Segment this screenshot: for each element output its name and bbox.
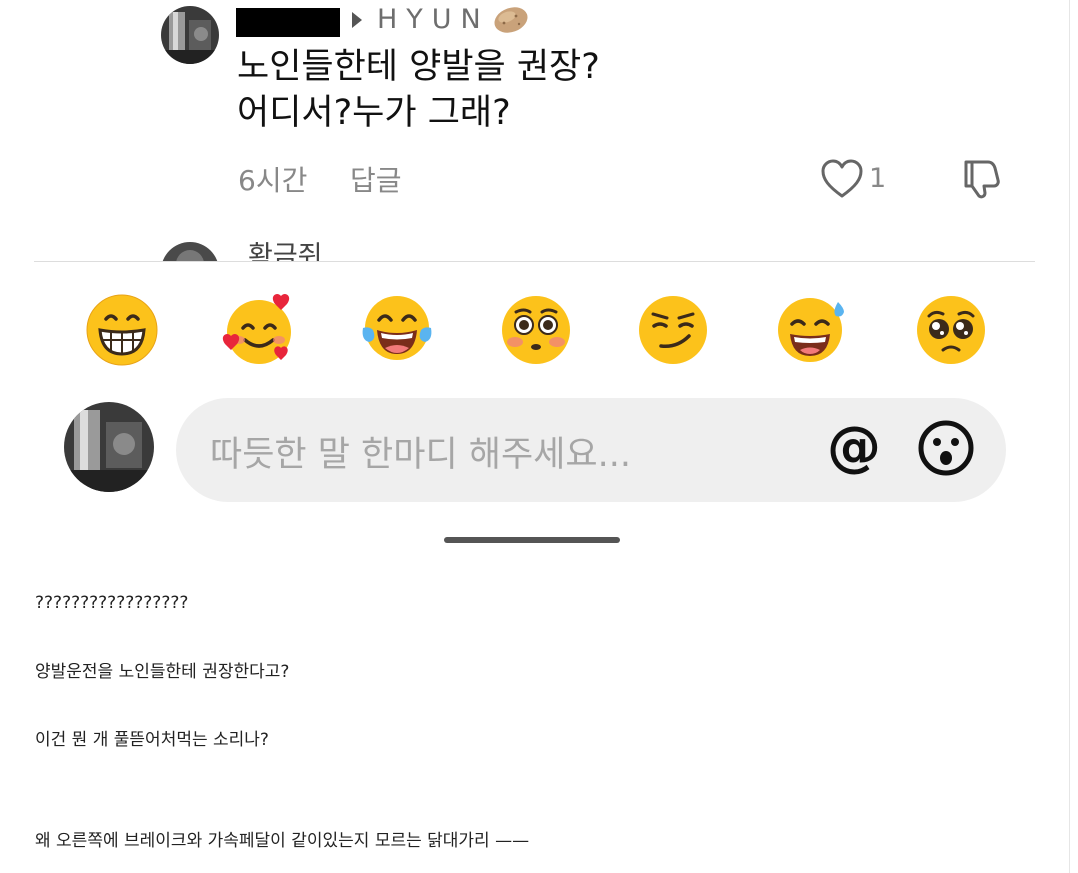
comment-input-placeholder: 따듯한 말 한마디 해주세요...	[210, 435, 631, 475]
reply-button[interactable]: 답글	[350, 159, 402, 199]
at-sign-icon[interactable]: @	[824, 418, 884, 478]
smirking-face-emoji[interactable]	[635, 292, 711, 368]
comment-text-line-2: 어디서?누가 그래?	[237, 93, 511, 133]
redacted-name-block	[236, 8, 340, 37]
pleading-face-emoji[interactable]	[913, 292, 989, 368]
play-arrow-icon	[352, 12, 362, 28]
smiling-face-with-hearts-emoji[interactable]	[221, 292, 297, 368]
emoji-reaction-bar	[0, 292, 1078, 368]
surprised-face-icon[interactable]	[916, 418, 976, 478]
article-line-4: 왜 오른쪽에 브레이크와 가속페달이 같이있는지 모르는 닭대가리 ——	[35, 831, 530, 851]
heart-icon[interactable]	[820, 159, 864, 199]
scrollbar-track	[1069, 0, 1070, 873]
comment-time: 6시간	[238, 164, 308, 197]
commenter-avatar[interactable]	[161, 6, 219, 64]
like-count: 1	[869, 163, 887, 194]
comment-text: 노인들한테 양발을 권장? 어디서?누가 그래?	[237, 44, 757, 136]
comment-input[interactable]: 따듯한 말 한마디 해주세요... @	[176, 398, 1006, 502]
next-commenter-avatar[interactable]	[161, 242, 219, 261]
potato-icon	[494, 7, 528, 33]
next-comment: 확금쥐	[0, 232, 1078, 261]
home-indicator	[444, 537, 620, 543]
article-line-2: 양발운전을 노인들한테 권장한다고?	[35, 662, 290, 682]
comment-text-line-1: 노인들한테 양발을 권장?	[237, 47, 600, 87]
page: HYUN 노인들한테 양발을 권장? 어디서?누가 그래? 6시간 답글 1 확…	[0, 0, 1078, 873]
divider	[34, 261, 1035, 262]
my-avatar[interactable]	[64, 402, 154, 492]
commenter-username[interactable]: HYUN	[377, 4, 490, 35]
grinning-face-emoji[interactable]	[84, 292, 160, 368]
flushed-face-emoji[interactable]	[498, 292, 574, 368]
next-commenter-username[interactable]: 확금쥐	[248, 234, 323, 261]
face-with-tears-of-joy-emoji[interactable]	[359, 292, 435, 368]
article-line-1: ?????????????????	[35, 593, 189, 613]
thumbs-down-icon[interactable]	[960, 156, 1004, 200]
svg-text:@: @	[827, 418, 881, 478]
article-line-3: 이건 뭔 개 풀뜯어처먹는 소리나?	[35, 730, 269, 750]
grinning-face-with-sweat-emoji[interactable]	[774, 292, 850, 368]
